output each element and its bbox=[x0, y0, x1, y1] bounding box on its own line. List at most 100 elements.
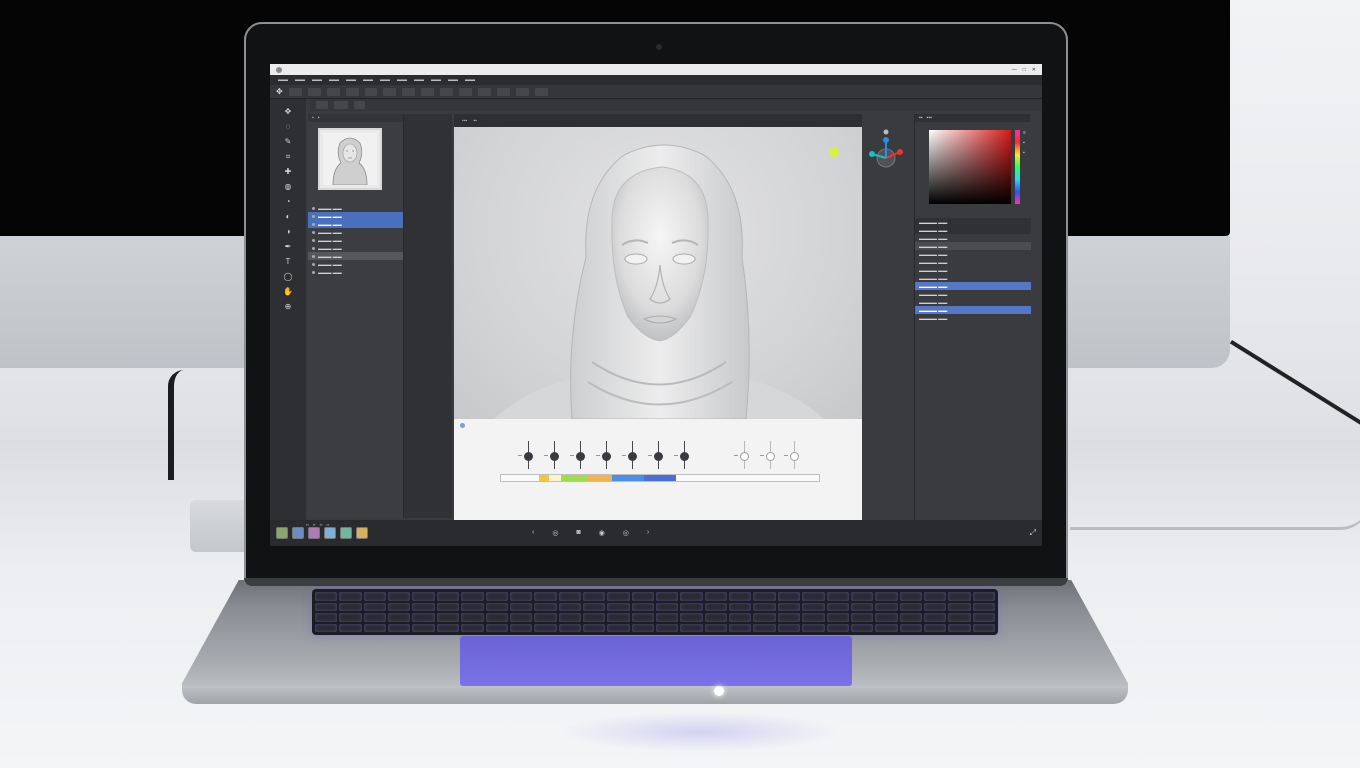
keyboard-key[interactable] bbox=[534, 602, 557, 611]
keyboard-key[interactable] bbox=[631, 623, 654, 632]
swatch-thumbnail[interactable] bbox=[324, 527, 336, 539]
layer-visibility-icon[interactable] bbox=[312, 222, 315, 226]
keyboard-key[interactable] bbox=[558, 592, 581, 601]
keyboard-key[interactable] bbox=[461, 613, 484, 622]
keyboard-key[interactable] bbox=[582, 602, 606, 611]
layer-row[interactable]: ▬▬▬ ▬▬ bbox=[308, 220, 403, 228]
panel-tab[interactable]: ▪ bbox=[312, 115, 314, 121]
keyboard-key[interactable] bbox=[436, 602, 460, 611]
keyboard-key[interactable] bbox=[631, 602, 654, 611]
menu-item[interactable]: ▬▬ bbox=[380, 77, 390, 83]
property-row[interactable]: ▬▬▬▬ ▬▬ bbox=[915, 258, 1031, 266]
keyboard-key[interactable] bbox=[388, 613, 411, 622]
keyframe-knob[interactable] bbox=[602, 452, 611, 461]
color-picker-field[interactable] bbox=[929, 130, 1011, 204]
menu-item[interactable]: ▬▬ bbox=[414, 77, 424, 83]
keyboard-key[interactable] bbox=[850, 623, 874, 632]
keyboard-key[interactable] bbox=[680, 613, 703, 622]
keyboard-key[interactable] bbox=[826, 623, 849, 632]
keyboard-key[interactable] bbox=[315, 623, 338, 632]
keyboard-key[interactable] bbox=[753, 592, 776, 601]
property-row[interactable]: ▬▬▬▬ ▬▬ bbox=[915, 314, 1031, 322]
keyboard-key[interactable] bbox=[461, 592, 484, 601]
property-row[interactable]: ▬▬▬▬ ▬▬ bbox=[915, 234, 1031, 242]
property-row[interactable]: ▬▬▬▬ ▬▬ bbox=[915, 282, 1031, 290]
keyboard-key[interactable] bbox=[412, 592, 435, 601]
layer-visibility-icon[interactable] bbox=[312, 262, 315, 266]
bottom-tab[interactable]: ▪▪ bbox=[320, 522, 323, 527]
keyboard-key[interactable] bbox=[534, 592, 557, 601]
menu-item[interactable]: ▬▬ bbox=[363, 77, 373, 83]
bottom-tab[interactable]: ▪▪ bbox=[327, 522, 330, 527]
keyboard-key[interactable] bbox=[656, 623, 679, 632]
menu-item[interactable]: ▬▬ bbox=[465, 77, 475, 83]
trackpad[interactable] bbox=[460, 636, 852, 686]
keyboard-key[interactable] bbox=[631, 613, 654, 622]
keyboard-key[interactable] bbox=[582, 623, 606, 632]
panel-tab[interactable]: ▪ bbox=[318, 115, 320, 121]
keyframe-knob[interactable] bbox=[790, 452, 799, 461]
keyboard-key[interactable] bbox=[509, 613, 533, 622]
layer-row[interactable]: ▬▬▬ ▬▬ bbox=[308, 212, 403, 220]
layer-row[interactable]: ▬▬▬ ▬▬ bbox=[308, 260, 403, 268]
keyboard-key[interactable] bbox=[948, 592, 971, 601]
keyboard-key[interactable] bbox=[923, 623, 947, 632]
keyboard-key[interactable] bbox=[485, 592, 508, 601]
keyboard-key[interactable] bbox=[875, 602, 898, 611]
keyboard-key[interactable] bbox=[339, 623, 362, 632]
layer-visibility-icon[interactable] bbox=[312, 206, 315, 210]
move-tool-icon[interactable]: ✥ bbox=[283, 107, 293, 116]
swatch-thumbnail[interactable] bbox=[340, 527, 352, 539]
keyboard-key[interactable] bbox=[315, 592, 338, 601]
layer-row[interactable]: ▬▬▬ ▬▬ bbox=[308, 244, 403, 252]
keyboard-key[interactable] bbox=[704, 592, 728, 601]
keyboard-key[interactable] bbox=[923, 602, 947, 611]
keyboard-key[interactable] bbox=[680, 623, 703, 632]
keyboard-key[interactable] bbox=[923, 613, 947, 622]
keyboard-key[interactable] bbox=[656, 602, 679, 611]
next-icon[interactable]: › bbox=[647, 529, 649, 537]
keyboard-key[interactable] bbox=[972, 623, 995, 632]
options-chip[interactable] bbox=[353, 101, 366, 109]
menu-item[interactable]: ▬▬ bbox=[431, 77, 441, 83]
options-chip[interactable] bbox=[440, 87, 454, 96]
keyboard-key[interactable] bbox=[363, 623, 387, 632]
keyboard-key[interactable] bbox=[948, 602, 971, 611]
keyboard-key[interactable] bbox=[680, 592, 703, 601]
crop-icon[interactable]: ⌗ bbox=[283, 152, 293, 161]
keyboard-key[interactable] bbox=[582, 613, 606, 622]
record-icon[interactable]: ◎ bbox=[552, 529, 558, 537]
options-chip[interactable] bbox=[345, 87, 359, 96]
keyboard-key[interactable] bbox=[777, 613, 801, 622]
keyboard-key[interactable] bbox=[656, 613, 679, 622]
keyboard-key[interactable] bbox=[777, 592, 801, 601]
keyboard-key[interactable] bbox=[875, 592, 898, 601]
timeline-segment[interactable] bbox=[548, 475, 562, 481]
stamp-icon[interactable]: ◔ bbox=[283, 197, 293, 206]
options-chip[interactable] bbox=[516, 87, 530, 96]
menu-item[interactable]: ▬▬ bbox=[312, 77, 322, 83]
previous-icon[interactable]: ‹ bbox=[532, 529, 534, 537]
keyboard-key[interactable] bbox=[436, 613, 460, 622]
keyboard-key[interactable] bbox=[607, 602, 630, 611]
keyboard-key[interactable] bbox=[315, 613, 338, 622]
camera-icon[interactable]: ◙ bbox=[576, 529, 580, 537]
move-tool-icon[interactable]: ✥ bbox=[276, 87, 283, 96]
keyboard-key[interactable] bbox=[388, 623, 411, 632]
keyboard-key[interactable] bbox=[802, 613, 825, 622]
keyboard-key[interactable] bbox=[412, 602, 435, 611]
keyboard-key[interactable] bbox=[704, 623, 728, 632]
options-chip[interactable] bbox=[307, 87, 321, 96]
options-chip[interactable] bbox=[333, 101, 348, 109]
keyframe-knob[interactable] bbox=[766, 452, 775, 461]
keyboard-key[interactable] bbox=[704, 613, 728, 622]
keyboard-key[interactable] bbox=[948, 623, 971, 632]
keyboard-key[interactable] bbox=[436, 623, 460, 632]
options-chip[interactable] bbox=[383, 87, 397, 96]
timeline-segment[interactable] bbox=[612, 475, 645, 481]
property-row[interactable]: ▬▬▬▬ ▬▬ bbox=[915, 226, 1031, 234]
keyboard-key[interactable] bbox=[534, 623, 557, 632]
keyframe-knob[interactable] bbox=[740, 452, 749, 461]
3d-axis-gizmo-icon[interactable] bbox=[866, 128, 906, 172]
swatch-thumbnail[interactable] bbox=[308, 527, 320, 539]
